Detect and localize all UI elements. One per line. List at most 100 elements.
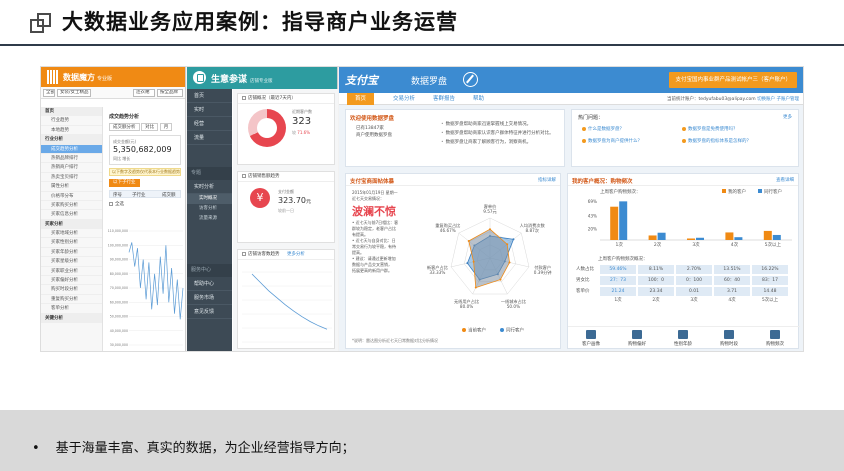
radar-point xyxy=(466,262,469,265)
profile-tab[interactable]: 购物时段 xyxy=(706,330,752,347)
sidebar-item[interactable]: 买家地域分析 xyxy=(41,229,102,239)
card-header: 店铺概况（最近7天内） xyxy=(238,94,334,104)
faq-link[interactable]: 数据罗盘是免费使用吗？ xyxy=(682,126,738,132)
sidebar-item[interactable]: 行业趋势 xyxy=(41,116,102,126)
sidebar-item[interactable]: 属性分析 xyxy=(41,182,102,192)
sidebar-sub-overview[interactable]: 实时概况 xyxy=(187,194,232,204)
checkbox-icon[interactable] xyxy=(242,251,246,256)
alipay-topbar: 支付宝 数据罗盘 支付宝国内事业群产品测试帐户三（客户账户） xyxy=(339,67,803,93)
sidebar-item-feedback[interactable]: 意见反馈 xyxy=(187,305,232,319)
sidebar-item[interactable]: 买家偏好分析 xyxy=(41,276,102,286)
sidebar-item-traffic[interactable]: 流量 xyxy=(187,131,232,145)
tab-compare[interactable]: 对比 xyxy=(141,123,159,131)
filter-select-category[interactable]: 女装/女士精品 xyxy=(57,89,91,97)
nav-customer-report[interactable]: 客群报告 xyxy=(425,93,463,105)
sidebar-item[interactable]: 买家年龄分析 xyxy=(41,248,102,258)
data-cube-topbar: 数据魔方 专业版 xyxy=(41,67,185,87)
welcome-points: 数据罗盘帮助商家迅速掌握线上交易情况。 数据罗盘帮助商家认识客户群体特征并进行分… xyxy=(441,120,554,147)
filter-select-all[interactable]: 全部 xyxy=(43,89,55,97)
account-badge[interactable]: 支付宝国内事业群产品测试帐户三（客户账户） xyxy=(669,72,797,88)
checkbox-icon[interactable] xyxy=(242,173,246,178)
slide-title: 大数据业务应用案例：指导商户业务运营 xyxy=(62,10,458,34)
shopping-time-icon xyxy=(724,330,734,339)
sidebar-item[interactable]: 成交趋势分析 xyxy=(41,144,102,154)
profile-tab[interactable]: 性别年龄 xyxy=(660,330,706,347)
header-divider xyxy=(0,44,844,46)
y-tick-label: 69% xyxy=(588,199,597,204)
sidebar-group-header[interactable]: 买家分析 xyxy=(41,219,102,230)
faq-more-link[interactable]: 更多 xyxy=(783,114,792,120)
sidebar-group-header[interactable]: 行业分析 xyxy=(41,135,102,145)
kpi-value: 323 xyxy=(292,116,312,127)
current-account: 当前统计账户：tedyufabu03@alipay.com 切换账户 子账户管理 xyxy=(667,97,800,102)
profile-tab[interactable]: 购物偏好 xyxy=(614,330,660,347)
sidebar-item[interactable]: 买家职业分析 xyxy=(41,267,102,277)
sidebar-item[interactable]: 买家购买分析 xyxy=(41,201,102,211)
store-health-card: 支付宝商面帖体暴 指标详解 2015年01月19日 星期一 近七天交易情况： 波澜… xyxy=(345,173,561,349)
sidebar-item-realtime[interactable]: 实时 xyxy=(187,103,232,117)
sidebar-item[interactable]: 买家性别分析 xyxy=(41,238,102,248)
business-advisor-panel: 生意参谋 店铺专业版 首页 实时 经营 流量 专题 实时分析 实时概况 访客分析 … xyxy=(187,67,338,351)
filter-select-brand[interactable]: 按全品牌 xyxy=(157,89,183,97)
faq-title: 热门问题： xyxy=(578,115,604,121)
store-date: 2015年01月19日 星期一 近七天交易情况： xyxy=(352,190,398,201)
tab-sales-analysis[interactable]: 成交额分析 xyxy=(109,123,140,131)
sub-account-link[interactable]: 子账户管理 xyxy=(777,97,800,102)
radar-axis-value: 46.67% xyxy=(440,228,456,233)
sidebar-item[interactable]: 购买时段分析 xyxy=(41,285,102,295)
sidebar-item-operations[interactable]: 经营 xyxy=(187,117,232,131)
legend-label: 我的客户 xyxy=(728,188,746,195)
subindustry-tab[interactable]: 以下子行业 xyxy=(109,179,140,187)
faq-link[interactable]: 数据罗盘为商户提供什么？ xyxy=(582,138,642,144)
sidebar-sub-visitors[interactable]: 访客分析 xyxy=(187,204,232,214)
more-link[interactable]: 更多分析 xyxy=(287,252,305,257)
sidebar-group-header[interactable]: 关键分析 xyxy=(41,313,102,323)
nav-trade-analysis[interactable]: 交易分析 xyxy=(385,93,423,105)
filter-select-subcategory[interactable]: 连衣裙 xyxy=(133,89,155,97)
sidebar-item[interactable]: 买家信息分析 xyxy=(41,210,102,220)
sales-stat-box: 成交金额(元) 5,350,682,009 同比 增长 xyxy=(109,135,181,165)
sidebar-item-market[interactable]: 服务市场 xyxy=(187,291,232,305)
stat-value: 5,350,682,009 xyxy=(113,145,172,154)
sidebar-item[interactable]: 买家星级分析 xyxy=(41,257,102,267)
nav-home[interactable]: 首页 xyxy=(347,93,375,105)
list-item: 数据罗盘帮助商家认识客户群体特征并进行分析对比。 xyxy=(441,129,554,138)
alipay-compass-panel: 支付宝 数据罗盘 支付宝国内事业群产品测试帐户三（客户账户） 首页 交易分析 客… xyxy=(339,67,803,351)
metric-details-link[interactable]: 指标详解 xyxy=(538,177,556,183)
switch-account-link[interactable]: 切换账户 xyxy=(757,97,775,102)
view-details-link[interactable]: 查看详细 xyxy=(776,177,794,183)
shop-visitors-card: 店铺访客数趋势 更多分析 xyxy=(237,249,335,349)
bar xyxy=(725,232,734,240)
sidebar-item[interactable]: 热销商户排行 xyxy=(41,163,102,173)
sidebar-item[interactable]: 客单分析 xyxy=(41,304,102,314)
select-all-checkbox[interactable]: 全选 xyxy=(109,201,185,207)
store-title: 支付宝商面帖体暴 xyxy=(350,179,395,185)
checkbox-icon[interactable] xyxy=(242,95,246,100)
nav-help[interactable]: 帮助 xyxy=(465,93,492,105)
profile-tab[interactable]: 客户画像 xyxy=(568,330,614,347)
store-notes: • 近七天与前7日相比：客 群较为稳定，老客户占比 有提高。 • 近七天与自身对比… xyxy=(352,220,398,274)
legend-swatch xyxy=(722,189,726,193)
alipay-body: 欢迎使用数据罗盘 已有13847家商户使用数据罗盘 数据罗盘帮助商家迅速掌握线上… xyxy=(339,105,803,351)
sidebar-item[interactable]: 价格带分布 xyxy=(41,192,102,201)
sidebar-item[interactable]: 热卖宝贝排行 xyxy=(41,173,102,183)
sidebar-item-realtime-analysis[interactable]: 实时分析 xyxy=(187,180,232,194)
sidebar-item[interactable]: 热销品牌排行 xyxy=(41,154,102,164)
sidebar-sub-sources[interactable]: 流量来源 xyxy=(187,214,232,224)
radar-point xyxy=(506,243,509,246)
sidebar-group-service: 服务中心 xyxy=(187,264,232,277)
card-header: 店铺访客数趋势 更多分析 xyxy=(238,250,334,260)
profile-tab[interactable]: 购物频次 xyxy=(752,330,798,347)
tab-month[interactable]: 月 xyxy=(159,123,173,131)
checkbox-icon[interactable] xyxy=(109,201,113,206)
sidebar-item-help[interactable]: 帮助中心 xyxy=(187,277,232,291)
table-col-label: 3次 xyxy=(690,298,698,303)
faq-link[interactable]: 什么是数据罗盘？ xyxy=(582,126,624,132)
sidebar-item-home[interactable]: 首页 xyxy=(187,89,232,103)
sidebar-item[interactable]: 重复购买分析 xyxy=(41,295,102,305)
sidebar-item[interactable]: 本地趋势 xyxy=(41,126,102,136)
sidebar-group-header[interactable]: 首页 xyxy=(41,107,102,117)
data-cube-panel: 数据魔方 专业版 全部 女装/女士精品 连衣裙 按全品牌 首页 行业趋势 本地趋势 行业… xyxy=(41,67,186,351)
table-cell: 3.71 xyxy=(714,287,750,296)
faq-link[interactable]: 数据罗盘的指标体系是怎样的？ xyxy=(682,138,751,144)
